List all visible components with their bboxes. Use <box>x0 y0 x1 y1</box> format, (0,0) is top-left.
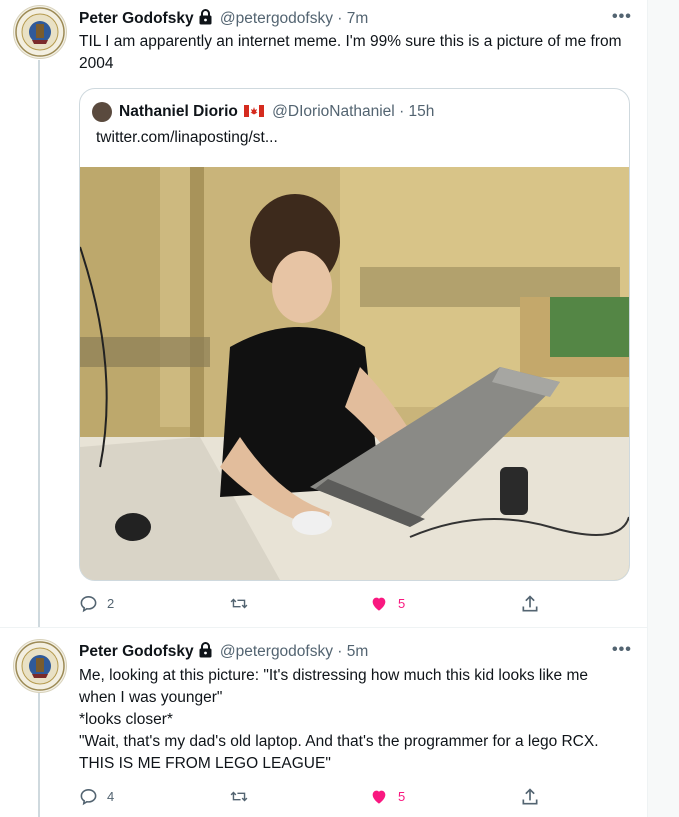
reply-icon <box>80 788 97 806</box>
retweet-icon <box>230 598 248 609</box>
tweet-header: Peter Godofsky @petergodofsky · 5m <box>79 642 368 663</box>
avatar[interactable] <box>13 5 67 59</box>
author-handle[interactable]: @petergodofsky <box>220 10 333 27</box>
tweet-photo[interactable] <box>80 167 629 580</box>
thread-line <box>38 60 40 627</box>
tweet-text: TIL I am apparently an internet meme. I'… <box>79 33 626 72</box>
tweet-1[interactable]: Peter Godofsky @petergodofsky · 7m ••• T… <box>0 0 648 627</box>
share-button[interactable] <box>520 787 540 807</box>
like-count: 5 <box>398 789 406 804</box>
reply-count: 2 <box>107 596 115 611</box>
author-name[interactable]: Peter Godofsky <box>79 10 194 27</box>
retweet-button[interactable] <box>229 787 249 806</box>
tweet-header: Peter Godofsky @petergodofsky · 7m <box>79 9 368 30</box>
tweet-actions: 4 5 <box>79 787 549 809</box>
like-button[interactable]: 5 <box>369 594 405 613</box>
quoted-link[interactable]: twitter.com/linaposting/st... <box>96 129 278 147</box>
right-scroll-gutter <box>647 0 679 817</box>
quoted-avatar <box>92 102 112 122</box>
quoted-header: Nathaniel Diorio @DIorioNathaniel · 15h <box>119 103 434 122</box>
like-button[interactable]: 5 <box>369 787 405 806</box>
quoted-handle: @DIorioNathaniel <box>272 103 395 120</box>
reply-button[interactable]: 4 <box>79 787 114 806</box>
like-icon <box>372 790 386 804</box>
more-options-icon[interactable]: ••• <box>612 8 632 26</box>
reply-button[interactable]: 2 <box>79 594 114 613</box>
like-count: 5 <box>398 596 406 611</box>
tweet-text: Me, looking at this picture: "It's distr… <box>79 667 599 772</box>
canada-flag-icon <box>243 104 264 122</box>
retweet-button[interactable] <box>229 594 249 613</box>
quoted-timestamp: · 15h <box>399 103 435 120</box>
quoted-author-name: Nathaniel Diorio <box>119 103 238 120</box>
timestamp[interactable]: · 5m <box>337 643 368 660</box>
share-icon <box>522 788 538 805</box>
avatar[interactable] <box>13 639 67 693</box>
like-icon <box>372 597 386 611</box>
author-name[interactable]: Peter Godofsky <box>79 643 194 660</box>
lock-icon <box>198 9 213 30</box>
reply-icon <box>80 595 97 613</box>
tweet-2[interactable]: Peter Godofsky @petergodofsky · 5m ••• M… <box>0 628 648 817</box>
more-options-icon[interactable]: ••• <box>612 641 632 659</box>
reply-count: 4 <box>107 789 115 804</box>
author-handle[interactable]: @petergodofsky <box>220 643 333 660</box>
lock-icon <box>198 642 213 663</box>
tweet-actions: 2 5 <box>79 594 549 616</box>
timestamp[interactable]: · 7m <box>337 10 368 27</box>
quoted-tweet[interactable]: Nathaniel Diorio @DIorioNathaniel · 15h … <box>79 88 630 581</box>
share-button[interactable] <box>520 594 540 614</box>
retweet-icon <box>230 791 248 802</box>
share-icon <box>522 595 538 612</box>
thread-line <box>38 690 40 817</box>
